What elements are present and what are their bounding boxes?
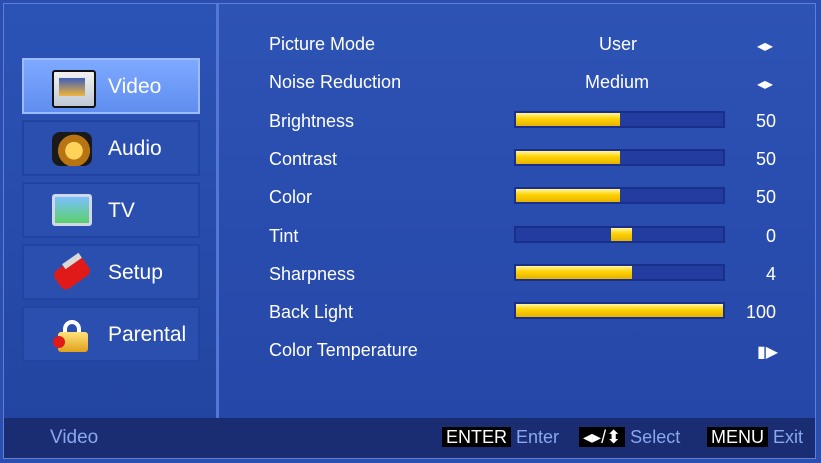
slider-fill bbox=[516, 304, 723, 317]
enter-key-label: ENTER bbox=[442, 427, 512, 447]
left-right-arrows-icon[interactable]: ◂▸ bbox=[757, 74, 773, 94]
setting-value-tint: 0 bbox=[765, 226, 776, 246]
brightness-slider[interactable] bbox=[514, 111, 725, 128]
setting-value-contrast: 50 bbox=[755, 149, 776, 169]
menu-key-label: MENU bbox=[707, 427, 768, 447]
setting-label-brightness: Brightness bbox=[269, 111, 355, 131]
enter-submenu-icon[interactable]: ▮▶ bbox=[757, 342, 778, 362]
select-key-label: ◂▸/⬍ bbox=[579, 427, 626, 447]
tv-icon bbox=[52, 194, 92, 226]
back-light-slider[interactable] bbox=[514, 302, 725, 319]
tint-slider[interactable] bbox=[514, 226, 725, 243]
setting-label-tint: Tint bbox=[269, 226, 299, 246]
enter-hint-text: Enter bbox=[516, 427, 560, 447]
tv-osd-screen: Video Audio TV Setup Parental Picture Mo… bbox=[0, 0, 821, 463]
setting-label-color: Color bbox=[269, 187, 313, 207]
setting-value-color: 50 bbox=[755, 187, 776, 207]
select-hint: ◂▸/⬍ Select bbox=[579, 427, 680, 448]
nav-label-video: Video bbox=[108, 75, 162, 98]
slider-center-marker bbox=[611, 228, 632, 241]
nav-label-audio: Audio bbox=[108, 137, 162, 160]
tools-icon bbox=[51, 252, 93, 292]
setting-label-noise-reduction: Noise Reduction bbox=[269, 72, 402, 92]
setting-label-contrast: Contrast bbox=[269, 149, 338, 169]
lock-icon bbox=[52, 318, 92, 352]
setting-label-back-light: Back Light bbox=[269, 302, 354, 322]
nav-item-parental[interactable]: Parental bbox=[22, 306, 200, 362]
nav-label-tv: TV bbox=[108, 199, 135, 222]
enter-hint: ENTER Enter bbox=[442, 427, 559, 448]
speaker-icon bbox=[52, 132, 92, 166]
slider-fill bbox=[516, 189, 620, 202]
setting-label-picture-mode: Picture Mode bbox=[269, 34, 376, 54]
nav-item-video[interactable]: Video bbox=[22, 58, 200, 114]
film-icon bbox=[52, 70, 96, 108]
menu-hint-text: Exit bbox=[773, 427, 804, 447]
nav-label-parental: Parental bbox=[108, 323, 187, 346]
setting-label-sharpness: Sharpness bbox=[269, 264, 356, 284]
setting-value-brightness: 50 bbox=[755, 111, 776, 131]
setting-label-color-temperature: Color Temperature bbox=[269, 340, 418, 360]
sharpness-slider[interactable] bbox=[514, 264, 725, 281]
nav-item-tv[interactable]: TV bbox=[22, 182, 200, 238]
slider-fill bbox=[516, 113, 620, 126]
select-hint-text: Select bbox=[630, 427, 681, 447]
setting-value-back-light: 100 bbox=[745, 302, 776, 322]
setting-value-picture-mode[interactable]: User bbox=[599, 34, 637, 55]
setting-value-sharpness: 4 bbox=[765, 264, 776, 284]
nav-item-audio[interactable]: Audio bbox=[22, 120, 200, 176]
contrast-slider[interactable] bbox=[514, 149, 725, 166]
nav-label-setup: Setup bbox=[108, 261, 163, 284]
nav-item-setup[interactable]: Setup bbox=[22, 244, 200, 300]
status-footer: Video ENTER Enter ◂▸/⬍ Select MENU Exit bbox=[4, 418, 815, 458]
footer-title: Video bbox=[50, 427, 99, 448]
slider-fill bbox=[516, 151, 620, 164]
setting-value-noise-reduction[interactable]: Medium bbox=[585, 72, 649, 93]
color-slider[interactable] bbox=[514, 187, 725, 204]
left-right-arrows-icon[interactable]: ◂▸ bbox=[757, 36, 773, 56]
menu-exit-hint: MENU Exit bbox=[707, 427, 803, 448]
slider-fill bbox=[516, 266, 632, 279]
